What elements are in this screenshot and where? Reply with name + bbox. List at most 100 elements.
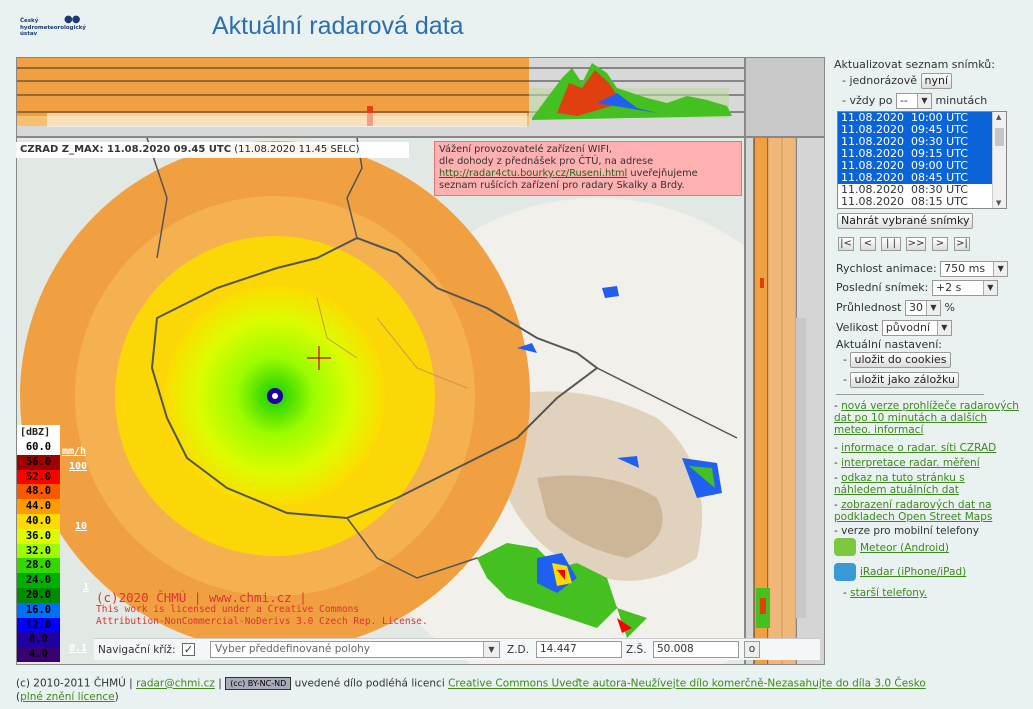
map-timestamp-local: (11.08.2020 11.45 SELC)	[234, 144, 360, 155]
permalink-link[interactable]: odkaz na tuto stránku s náhledem atuální…	[834, 472, 965, 496]
legend-mmh-unit: mm/h	[62, 446, 87, 457]
legend-row: 56.0	[17, 454, 60, 470]
iphone-icon	[834, 563, 856, 581]
frame-list-item[interactable]: 11.08.2020 08:15 UTC	[838, 196, 1006, 208]
legend-mmh-1: 1	[83, 582, 90, 593]
legend-unit: [dBZ]	[17, 425, 60, 440]
legend-mmh-10: 10	[75, 521, 88, 532]
copyright-line-3: Attribution-NonCommercial-NoDerivs 3.0 C…	[96, 616, 428, 627]
anim-speed-value: 750 ms	[944, 262, 986, 275]
prev-frame-button[interactable]: <	[860, 237, 876, 251]
osm-link[interactable]: zobrazení radarových dat na podkladech O…	[834, 499, 992, 523]
update-list-title: Aktualizovat seznam snímků:	[834, 58, 995, 71]
update-interval-select[interactable]: -- ▼	[895, 93, 932, 109]
legend-row: 48.0	[17, 484, 60, 500]
nav-cross-label: Navigační kříž:	[98, 644, 176, 656]
lat-label: Z.Š.	[626, 644, 647, 656]
notice-line-1: Vážení provozovatelé zařízení WIFI,	[439, 144, 612, 155]
new-version-link[interactable]: nová verze prohlížeče radarových dat po …	[834, 400, 1019, 436]
radar-map-graphic	[17, 138, 744, 664]
legend-row: 12.0	[17, 617, 60, 633]
chevron-down-icon: ▼	[925, 301, 940, 315]
scroll-up-icon[interactable]: ▲	[996, 113, 1001, 121]
size-select[interactable]: původní ▼	[881, 320, 952, 336]
opacity-select[interactable]: 30 ▼	[904, 300, 941, 316]
czrad-info-link[interactable]: informace o radar. síti CZRAD	[841, 442, 996, 454]
footer-copyright: (c) 2010-2011 ČHMÚ |	[16, 677, 133, 690]
size-label: Velikost	[836, 321, 879, 334]
pause-button[interactable]: | |	[881, 237, 901, 251]
dbz-legend: [dBZ] 60.0 56.0 52.0 48.0 44.0 40.0 36.0 32.0 28…	[17, 425, 92, 665]
last-frame-button[interactable]: >|	[954, 237, 970, 251]
cc-license-badge[interactable]: (cc) BY-NC-ND	[225, 677, 292, 690]
lat-input[interactable]: 50.008	[653, 641, 739, 658]
map-timestamp-label: CZRAD Z_MAX: 11.08.2020 09.45 UTC (11.08…	[16, 142, 409, 158]
legend-row: 8.0	[17, 632, 60, 648]
divider	[836, 394, 984, 395]
legend-row: 32.0	[17, 543, 60, 559]
footer: (c) 2010-2011 ČHMÚ | radar@chmi.cz | (cc…	[16, 677, 926, 703]
last-frame-label: Poslední snímek:	[836, 281, 929, 294]
legend-row: 4.0	[17, 647, 60, 662]
page-title: Aktuální radarová data	[212, 12, 464, 40]
preset-position-select[interactable]: Vyber předdefinované polohy ▼	[210, 641, 500, 658]
legend-row: 20.0	[17, 587, 60, 603]
android-icon	[834, 538, 856, 556]
scroll-down-icon[interactable]: ▼	[996, 199, 1001, 207]
opacity-value: 30	[908, 301, 923, 314]
update-every-label: - vždy po	[842, 94, 893, 107]
anim-speed-label: Rychlost animace:	[836, 262, 937, 275]
interpretation-link[interactable]: interpretace radar. měření	[841, 457, 979, 469]
control-panel: Aktualizovat seznam snímků: - jednorázov…	[834, 58, 1019, 599]
footer-full-license-link[interactable]: plné znění licence	[20, 691, 115, 703]
footer-separator: |	[218, 677, 222, 690]
chmi-logo[interactable]: ●● Český hydrometeorologický ústav	[16, 14, 116, 44]
footer-license-text: uvedené dílo podléhá licenci	[294, 677, 445, 690]
last-frame-select[interactable]: +2 s ▼	[931, 280, 998, 296]
notice-line-4: seznam rušících zařízení pro radary Skal…	[439, 180, 685, 191]
notice-line-2: dle dohody z přednášek pro ČTÚ, na adres…	[439, 156, 654, 167]
legend-mmh-0-1: 0.1	[69, 643, 88, 654]
scrollbar-thumb[interactable]	[995, 128, 1004, 146]
update-once-label: - jednorázově	[842, 74, 918, 87]
legend-row: 44.0	[17, 499, 60, 514]
notice-line-3: uveřejňujeme	[627, 168, 698, 179]
listbox-scrollbar[interactable]: ▲ ▼	[992, 112, 1006, 208]
update-every-unit: minutách	[935, 94, 988, 107]
legend-row: 16.0	[17, 602, 60, 618]
opacity-unit: %	[944, 301, 955, 314]
load-frames-button[interactable]: Nahrát vybrané snímky	[837, 213, 974, 229]
notice-link[interactable]: http://radar4ctu.bourky.cz/Ruseni.html	[439, 168, 627, 179]
iradar-app-link[interactable]: iRadar (iPhone/iPad)	[860, 566, 966, 578]
radar-map[interactable]	[16, 137, 745, 665]
update-interval-value: --	[899, 94, 908, 107]
first-frame-button[interactable]: |<	[838, 237, 854, 251]
lon-input[interactable]: 14.447	[536, 641, 622, 658]
frame-listbox[interactable]: 11.08.2020 10:00 UTC 11.08.2020 09:45 UTC…	[837, 111, 1007, 209]
legend-row: 28.0	[17, 558, 60, 574]
footer-email-link[interactable]: radar@chmi.cz	[136, 678, 215, 690]
side-projection-graphic	[753, 138, 806, 664]
footer-license-link[interactable]: Creative Commons Uveďte autora-Neužívejt…	[448, 678, 926, 690]
wifi-notice: Vážení provozovatelé zařízení WIFI, dle …	[434, 141, 742, 196]
go-to-coords-button[interactable]: o	[744, 641, 760, 658]
chevron-down-icon: ▼	[483, 642, 499, 657]
next-frame-button[interactable]: >	[932, 237, 948, 251]
older-phones-link[interactable]: starší telefony.	[850, 587, 927, 599]
chevron-down-icon: ▼	[993, 262, 1008, 276]
logo-text: Český hydrometeorologický ústav	[20, 18, 87, 37]
legend-mmh-100: 100	[69, 461, 88, 472]
anim-speed-select[interactable]: 750 ms ▼	[940, 261, 1009, 277]
nav-cross-checkbox[interactable]: ✓	[182, 643, 195, 656]
copyright-main: (c)2020 ČHMÚ | www.chmi.cz |	[96, 590, 307, 605]
save-bookmark-button[interactable]: uložit jako záložku	[850, 372, 959, 388]
opacity-label: Průhlednost	[836, 301, 902, 314]
legend-row: 52.0	[17, 469, 60, 485]
chevron-down-icon: ▼	[936, 321, 951, 335]
chevron-down-icon: ▼	[916, 94, 931, 108]
save-cookies-button[interactable]: uložit do cookies	[850, 352, 951, 368]
update-now-button[interactable]: nyní	[920, 73, 953, 89]
last-frame-value: +2 s	[935, 281, 962, 294]
android-app-link[interactable]: Meteor (Android)	[860, 542, 949, 554]
play-button[interactable]: >>	[906, 237, 926, 251]
